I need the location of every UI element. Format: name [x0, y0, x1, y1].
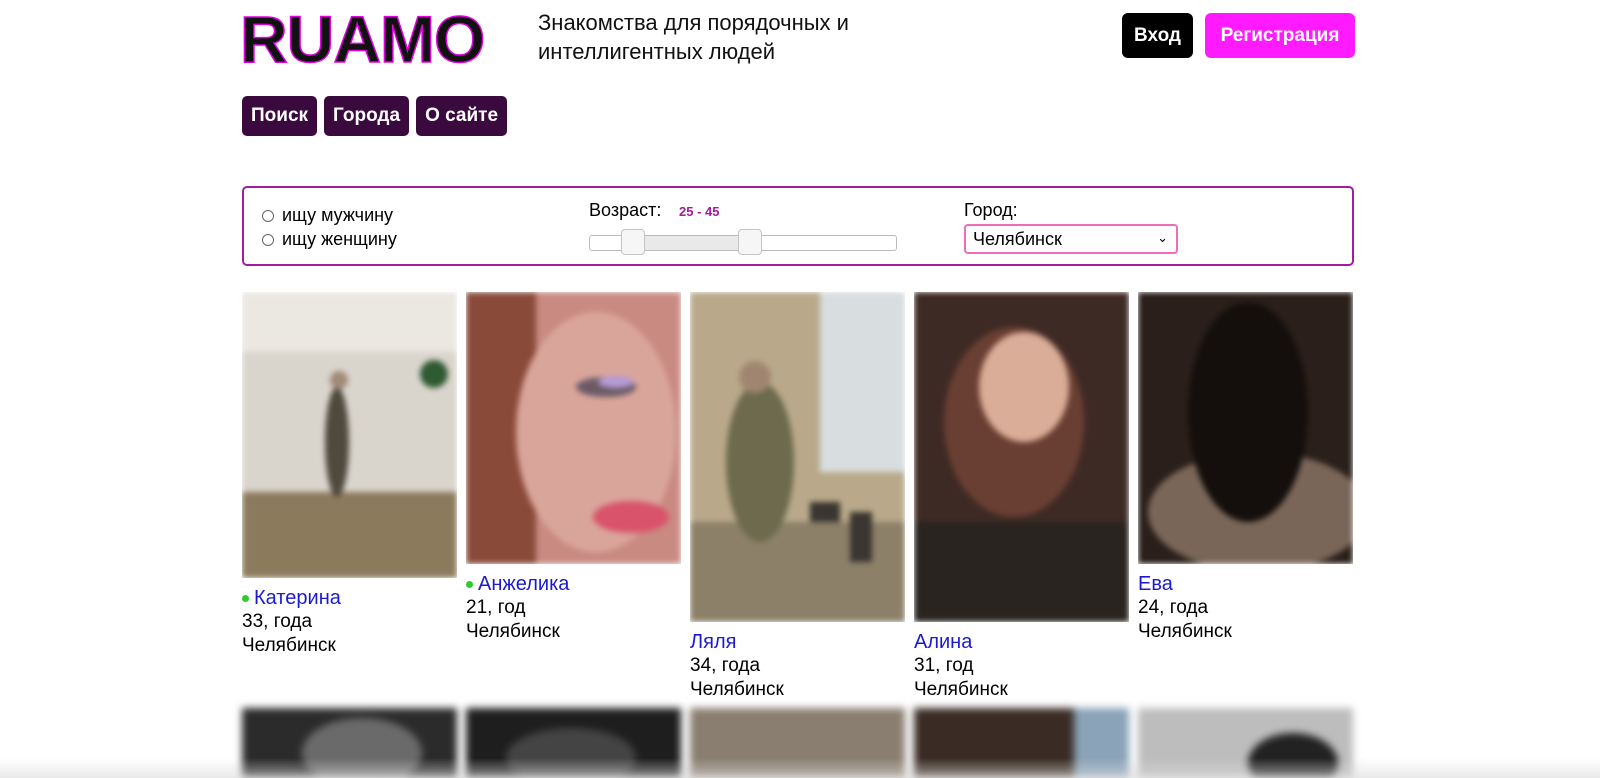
nav-item-search[interactable]: Поиск: [242, 96, 318, 136]
profile-city: Челябинск: [242, 635, 336, 656]
profile-city: Челябинск: [1138, 621, 1232, 642]
online-indicator-icon: [466, 580, 473, 588]
search-filter-panel: ищу мужчину ищу женщину Возраст: 25 - 45…: [242, 186, 1354, 266]
nav-item-about[interactable]: О сайте: [416, 96, 508, 136]
profile-name-link[interactable]: Катерина: [242, 586, 341, 610]
profile-city: Челябинск: [914, 679, 1008, 700]
profile-info: Ляля 34, года Челябинск: [690, 630, 784, 702]
city-selected-value: Челябинск: [973, 228, 1062, 249]
profile-age: 33, года: [242, 611, 313, 632]
seek-female-radio[interactable]: [262, 233, 274, 246]
profile-name-link[interactable]: Алина: [914, 630, 1008, 654]
profile-city: Челябинск: [690, 679, 784, 700]
seek-female-label: ищу женщину: [282, 229, 397, 249]
age-label: Возраст:: [589, 200, 662, 220]
register-button[interactable]: Регистрация: [1205, 13, 1355, 58]
login-button[interactable]: Вход: [1122, 13, 1193, 58]
seek-male-option[interactable]: ищу мужчину: [262, 205, 393, 226]
main-nav: Поиск Города О сайте: [242, 96, 508, 136]
site-logo[interactable]: RUAMO: [239, 5, 486, 73]
online-indicator-icon: [242, 594, 249, 602]
age-slider-range: [633, 236, 750, 250]
seek-male-radio[interactable]: [262, 209, 274, 222]
profile-info: Алина 31, год Челябинск: [914, 630, 1008, 702]
chevron-down-icon: ⌄: [1157, 230, 1168, 245]
site-tagline: Знакомства для порядочных и интеллигентн…: [538, 10, 849, 64]
profile-photo[interactable]: [1138, 292, 1353, 564]
profile-city: Челябинск: [466, 621, 560, 642]
profile-age: 21, год: [466, 597, 526, 618]
age-range-value: 25 - 45: [679, 204, 720, 219]
profile-name-link[interactable]: Ляля: [690, 630, 784, 654]
profile-name-link[interactable]: Анжелика: [466, 572, 569, 596]
seek-male-label: ищу мужчину: [282, 205, 394, 225]
age-min-handle[interactable]: [621, 229, 645, 255]
seek-female-option[interactable]: ищу женщину: [262, 229, 397, 250]
age-max-handle[interactable]: [738, 229, 762, 255]
profile-photo[interactable]: [466, 292, 681, 564]
nav-item-cities[interactable]: Города: [324, 96, 410, 136]
city-select[interactable]: Челябинск ⌄: [964, 224, 1178, 254]
profile-info: Анжелика 21, год Челябинск: [466, 572, 569, 644]
profile-photo[interactable]: [914, 292, 1129, 622]
profile-info: Ева 24, года Челябинск: [1138, 572, 1232, 644]
profile-photo[interactable]: [690, 292, 905, 622]
profile-age: 24, года: [1138, 597, 1209, 618]
profile-photo[interactable]: [242, 292, 457, 578]
profile-age: 34, года: [690, 655, 761, 676]
bottom-fade: [0, 758, 1600, 778]
profile-name-link[interactable]: Ева: [1138, 572, 1232, 596]
profile-age: 31, год: [914, 655, 974, 676]
age-range-slider[interactable]: [589, 229, 897, 255]
city-label: Город:: [964, 200, 1018, 220]
profile-info: Катерина 33, года Челябинск: [242, 586, 341, 658]
